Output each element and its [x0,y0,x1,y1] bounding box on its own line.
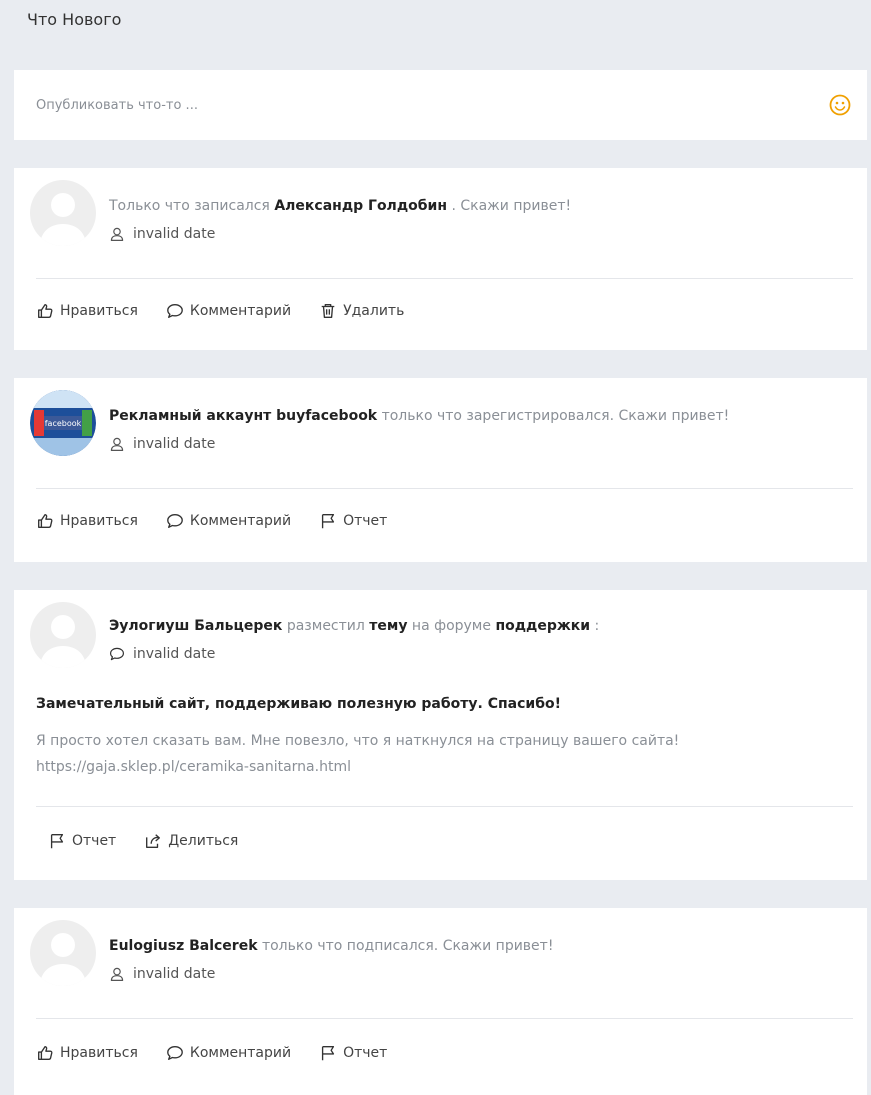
post-suffix: только что подписался. Скажи привет! [257,938,554,954]
trash-icon [319,302,337,320]
divider [36,1018,853,1019]
post-actions: Нравиться Комментарий Отчет [36,1044,387,1062]
user-icon [109,436,125,452]
like-button[interactable]: Нравиться [36,512,138,530]
user-name-link[interactable]: Eulogiusz Balcerek [109,938,258,954]
post-date: invalid date [133,436,216,452]
like-label: Нравиться [60,303,138,319]
share-icon [144,832,162,850]
topic-link[interactable]: тему [369,618,407,634]
post-input[interactable] [36,92,796,118]
comment-button[interactable]: Комментарий [166,302,291,320]
post-date: invalid date [133,966,216,982]
thumbs-up-icon [36,512,54,530]
news-feed-page: Что Нового Только что записался Александ… [0,0,871,1095]
post-mid-text: на форуме [407,618,496,634]
comment-icon [166,302,184,320]
post-composer [14,70,867,140]
comment-icon [166,512,184,530]
thumbs-up-icon [36,1044,54,1062]
comment-label: Комментарий [189,513,292,529]
comment-label: Комментарий [189,1045,292,1061]
post-title[interactable]: Замечательный сайт, поддерживаю полезную… [36,696,561,712]
report-button[interactable]: Отчет [48,832,116,850]
post-body-link[interactable]: https://gaja.sklep.pl/ceramika-sanitarna… [36,754,846,780]
like-button[interactable]: Нравиться [36,302,138,320]
avatar[interactable] [30,180,96,246]
comment-button[interactable]: Комментарий [166,512,291,530]
report-label: Отчет [343,513,388,529]
post-meta: invalid date [109,646,215,662]
feed-post: Эулогиуш Бальцерек разместил тему на фор… [14,590,867,880]
user-name-link[interactable]: Александр Голдобин [274,198,447,214]
divider [36,488,853,489]
report-label: Отчет [72,833,117,849]
share-button[interactable]: Делиться [144,832,238,850]
thumbs-up-icon [36,302,54,320]
post-meta: invalid date [109,436,215,452]
like-button[interactable]: Нравиться [36,1044,138,1062]
user-icon [109,226,125,242]
comment-icon [109,646,125,662]
post-headline: Только что записался Александр Голдобин … [109,198,847,214]
delete-label: Удалить [343,303,405,319]
post-suffix: . Скажи привет! [451,198,572,214]
post-date: invalid date [133,646,216,662]
divider [36,806,853,807]
post-body: Я просто хотел сказать вам. Мне повезло,… [36,728,846,780]
user-icon [109,966,125,982]
report-button[interactable]: Отчет [319,1044,387,1062]
user-name-link[interactable]: Рекламный аккаунт buyfacebook [109,408,377,424]
page-title: Что Нового [27,10,122,29]
feed-post: Только что записался Александр Голдобин … [14,168,867,350]
like-label: Нравиться [60,513,138,529]
post-suffix: : [590,618,600,634]
post-prefix: Только что записался [109,198,270,214]
user-name-link[interactable]: Эулогиуш Бальцерек [109,618,282,634]
like-label: Нравиться [60,1045,138,1061]
comment-button[interactable]: Комментарий [166,1044,291,1062]
post-actions: Отчет Делиться [48,832,238,850]
delete-button[interactable]: Удалить [319,302,404,320]
avatar[interactable] [30,602,96,668]
post-actions: Нравиться Комментарий Отчет [36,512,387,530]
feed-post: facebook Рекламный аккаунт buyfacebook т… [14,378,867,562]
flag-icon [319,1044,337,1062]
avatar[interactable]: facebook [30,390,96,456]
post-suffix: только что зарегистрировался. Скажи прив… [377,408,730,424]
post-headline: Рекламный аккаунт buyfacebook только что… [109,408,847,424]
feed-post: Eulogiusz Balcerek только что подписался… [14,908,867,1095]
avatar-text: facebook [45,419,82,428]
flag-icon [319,512,337,530]
report-label: Отчет [343,1045,388,1061]
post-actions: Нравиться Комментарий Удалить [36,302,404,320]
post-headline: Эулогиуш Бальцерек разместил тему на фор… [109,618,847,634]
post-body-line: Я просто хотел сказать вам. Мне повезло,… [36,733,680,749]
post-headline: Eulogiusz Balcerek только что подписался… [109,938,847,954]
forum-link[interactable]: поддержки [495,618,590,634]
post-date: invalid date [133,226,216,242]
smiley-icon[interactable] [829,94,851,116]
share-label: Делиться [168,833,239,849]
flag-icon [48,832,66,850]
comment-label: Комментарий [189,303,292,319]
comment-icon [166,1044,184,1062]
post-meta: invalid date [109,226,215,242]
post-mid-text: разместил [282,618,370,634]
post-meta: invalid date [109,966,215,982]
avatar[interactable] [30,920,96,986]
divider [36,278,853,279]
report-button[interactable]: Отчет [319,512,387,530]
